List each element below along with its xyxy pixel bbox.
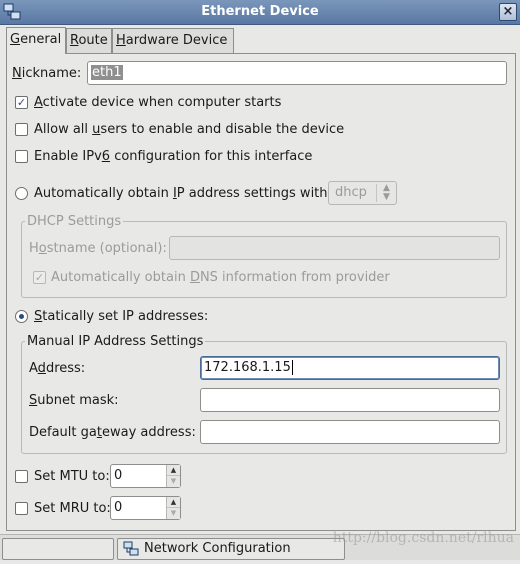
mru-checkbox[interactable] bbox=[15, 502, 28, 515]
hostname-mnemonic: o bbox=[38, 241, 47, 256]
gateway-field[interactable] bbox=[200, 420, 500, 444]
network-config-icon bbox=[123, 541, 139, 564]
dhcp-combo[interactable]: dhcp ▲ ▼ bbox=[328, 181, 397, 205]
mru-spin-buttons: ▲ ▼ bbox=[166, 497, 180, 519]
subnet-label: Subnet mask: bbox=[29, 393, 119, 408]
hostname-pre: H bbox=[29, 241, 39, 256]
nickname-label: Nickname: bbox=[12, 66, 81, 81]
hostname-field[interactable] bbox=[169, 236, 500, 260]
nickname-label-text: ickname: bbox=[21, 66, 82, 81]
activate-text: ctivate device when computer starts bbox=[42, 95, 282, 110]
activate-mnemonic: A bbox=[34, 95, 43, 110]
tab-hardware-label: ardware Device bbox=[125, 33, 228, 48]
mtu-value: 0 bbox=[114, 468, 123, 483]
auto-dns-text: NS information from provider bbox=[199, 270, 390, 285]
combo-arrows-icon: ▲ ▼ bbox=[376, 184, 396, 202]
auto-obtain-label[interactable]: Automatically obtain IP address settings… bbox=[34, 186, 332, 201]
ipv6-text: configuration for this interface bbox=[110, 149, 313, 164]
nickname-label-mnemonic: N bbox=[12, 66, 22, 81]
auto-dns-pre: Automatically obtain bbox=[51, 270, 190, 285]
dhcp-combo-value: dhcp bbox=[335, 185, 367, 200]
checkmark-icon: ✓ bbox=[34, 271, 45, 284]
auto-obtain-radio[interactable] bbox=[15, 187, 28, 200]
dhcp-settings-title: DHCP Settings bbox=[25, 214, 124, 229]
ipv6-mnemonic: 6 bbox=[101, 149, 111, 164]
taskbar-network-configuration[interactable]: Network Configuration bbox=[117, 538, 345, 560]
tab-route[interactable]: Route bbox=[66, 28, 112, 53]
activate-label[interactable]: Activate device when computer starts bbox=[34, 95, 281, 110]
tab-route-label: oute bbox=[78, 33, 108, 48]
spin-down-icon[interactable]: ▼ bbox=[167, 508, 180, 519]
spin-up-icon[interactable]: ▲ bbox=[167, 497, 180, 508]
tab-general-label: eneral bbox=[20, 32, 62, 47]
static-text: tatically set IP addresses: bbox=[42, 309, 209, 324]
checkmark-icon: ✓ bbox=[16, 96, 27, 109]
auto-dns-label: Automatically obtain DNS information fro… bbox=[51, 270, 390, 285]
mru-spinbox[interactable]: 0 ▲ ▼ bbox=[110, 496, 181, 520]
address-value: 172.168.1.15 bbox=[204, 360, 291, 375]
auto-dns-mnemonic: D bbox=[189, 270, 200, 285]
ipv6-checkbox[interactable] bbox=[15, 150, 28, 163]
gateway-label: Default gateway address: bbox=[29, 425, 196, 440]
manual-ip-title: Manual IP Address Settings bbox=[25, 334, 206, 349]
activate-checkbox[interactable]: ✓ bbox=[15, 96, 28, 109]
ipv6-pre: Enable IPv bbox=[34, 149, 102, 164]
mru-value: 0 bbox=[114, 500, 123, 515]
mtu-spinbox[interactable]: 0 ▲ ▼ bbox=[110, 464, 181, 488]
allow-users-text: sers to enable and disable the device bbox=[100, 122, 345, 137]
window-title: Ethernet Device bbox=[201, 4, 319, 19]
auto-obtain-pre: Automatically obtain bbox=[34, 186, 173, 201]
taskbar-item-label: Network Configuration bbox=[144, 541, 291, 556]
address-field[interactable]: 172.168.1.15 bbox=[200, 356, 500, 380]
address-text: dress: bbox=[45, 361, 86, 376]
address-label: Address: bbox=[29, 361, 85, 376]
auto-obtain-text: P address settings with: bbox=[176, 186, 332, 201]
tab-general-mnemonic: G bbox=[10, 32, 21, 47]
allow-users-pre: Allow all bbox=[34, 122, 93, 137]
close-icon: × bbox=[502, 4, 514, 19]
mtu-label[interactable]: Set MTU to: bbox=[34, 469, 110, 484]
text-cursor bbox=[291, 360, 293, 375]
tab-hardware-mnemonic: H bbox=[116, 33, 126, 48]
gateway-pre: Default ga bbox=[29, 425, 97, 440]
watermark: http://blog.csdn.net/rlhua bbox=[332, 530, 514, 546]
auto-dns-checkbox[interactable]: ✓ bbox=[33, 271, 46, 284]
address-mnemonic: d bbox=[37, 361, 46, 376]
tab-general[interactable]: General bbox=[6, 27, 66, 54]
hostname-text: stname (optional): bbox=[46, 241, 167, 256]
combo-down-icon: ▼ bbox=[383, 192, 390, 202]
close-button[interactable]: × bbox=[499, 3, 517, 21]
mtu-checkbox[interactable] bbox=[15, 470, 28, 483]
spin-down-icon[interactable]: ▼ bbox=[167, 476, 180, 487]
nickname-value: eth1 bbox=[91, 65, 123, 80]
static-ip-label[interactable]: Statically set IP addresses: bbox=[34, 309, 208, 324]
taskbar-blank-item[interactable] bbox=[2, 538, 114, 560]
mru-label[interactable]: Set MRU to: bbox=[34, 501, 111, 516]
address-pre: A bbox=[29, 361, 38, 376]
allow-users-label[interactable]: Allow all users to enable and disable th… bbox=[34, 122, 344, 137]
nickname-field[interactable]: eth1 bbox=[87, 61, 507, 85]
tab-hardware-device[interactable]: Hardware Device bbox=[112, 28, 234, 53]
mtu-spin-buttons: ▲ ▼ bbox=[166, 465, 180, 487]
gateway-text: eway address: bbox=[101, 425, 196, 440]
ipv6-label[interactable]: Enable IPv6 configuration for this inter… bbox=[34, 149, 312, 164]
subnet-text: ubnet mask: bbox=[37, 393, 119, 408]
spin-up-icon[interactable]: ▲ bbox=[167, 465, 180, 476]
title-bar: Ethernet Device × bbox=[0, 0, 520, 25]
static-ip-radio[interactable] bbox=[15, 310, 28, 323]
hostname-label: Hostname (optional): bbox=[29, 241, 167, 256]
subnet-mask-field[interactable] bbox=[200, 388, 500, 412]
allow-users-checkbox[interactable] bbox=[15, 123, 28, 136]
